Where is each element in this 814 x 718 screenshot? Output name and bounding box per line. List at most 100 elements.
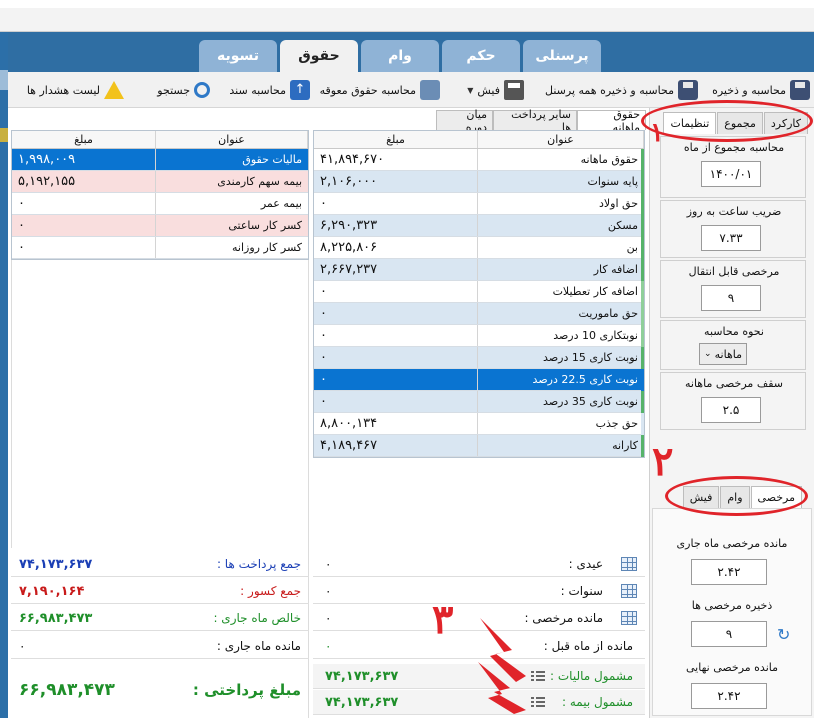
table-row[interactable]: ۰ نوبت کاری 15 درصد: [314, 347, 644, 369]
tab-loan[interactable]: وام: [361, 40, 439, 72]
total-deductions-value: ۷,۱۹۰,۱۶۴: [19, 583, 85, 599]
save-disk-icon: [790, 80, 810, 100]
cell-amount: ۰: [12, 193, 156, 214]
cell-amount: ۸,۲۲۵,۸۰۶: [314, 237, 478, 258]
cell-title: کسر کار ساعتی: [228, 219, 302, 232]
grid-table-icon[interactable]: [621, 557, 637, 571]
table-row[interactable]: ۰ نوبتکاری 10 درصد: [314, 325, 644, 347]
col-title-header[interactable]: عنوان: [156, 131, 308, 148]
row-accent: [641, 149, 644, 171]
transferable-leave-input[interactable]: ۹: [701, 285, 761, 311]
calc-save-label: محاسبه و ذخیره: [712, 83, 786, 97]
tab-mid-period[interactable]: میان دوره: [435, 108, 494, 134]
tab-personnel[interactable]: پرسنلی: [523, 40, 601, 72]
col-title-header[interactable]: عنوان: [478, 131, 644, 148]
cell-amount: ۰: [314, 303, 478, 324]
total-payments-row: ۷۴,۱۷۳,۶۳۷ جمع پرداخت ها :: [11, 552, 309, 577]
grid-table-icon[interactable]: [621, 584, 637, 598]
eidi-label: عیدی :: [568, 557, 603, 571]
prev-month-label: مانده از ماه قبل :: [543, 639, 633, 653]
sum-from-month-input[interactable]: ۱۴۰۰/۰۱: [701, 161, 761, 187]
table-row[interactable]: ۰ بیمه عمر: [12, 193, 308, 215]
table-row[interactable]: ۲,۱۰۶,۰۰۰ پایه سنوات: [314, 171, 644, 193]
tab-decree[interactable]: حکم: [442, 40, 520, 72]
payable-row: ۶۶,۹۸۳,۴۷۳ مبلغ پرداختی :: [11, 672, 309, 708]
row-accent: [641, 369, 644, 391]
table-row[interactable]: ۰ کسر کار ساعتی: [12, 215, 308, 237]
table-row[interactable]: ۰ کسر کار روزانه: [12, 237, 308, 259]
current-remaining-label: مانده مرخصی ماه جاری: [676, 537, 788, 550]
tab-settlement[interactable]: تسویه: [199, 40, 277, 72]
monthly-leave-cap-input[interactable]: ۲.۵: [701, 397, 761, 423]
calc-save-all-button[interactable]: محاسبه و ذخیره همه پرسنل: [545, 78, 698, 102]
table-row[interactable]: ۰ اضافه کار تعطیلات: [314, 281, 644, 303]
leave-remain-value: ۰: [325, 611, 332, 625]
calc-method-select[interactable]: ماهانه ⌄: [699, 343, 747, 365]
calc-method-label: نحوه محاسبه: [704, 325, 764, 338]
settings-panel: کارکرد مجموع تنظیمات محاسبه مجموع از ماه…: [649, 108, 814, 718]
calc-save-all-label: محاسبه و ذخیره همه پرسنل: [545, 83, 674, 97]
cell-amount: ۰: [314, 347, 478, 368]
table-row[interactable]: ۰ نوبت کاری 35 درصد: [314, 391, 644, 413]
col-amount-header[interactable]: مبلغ: [314, 131, 478, 148]
tab-monthly-salary[interactable]: حقوق ماهانه: [577, 108, 646, 134]
payslip-button[interactable]: فیش ▼: [467, 78, 524, 102]
refresh-icon[interactable]: ↻: [777, 625, 790, 644]
table-row[interactable]: ۵,۱۹۲,۱۵۵ بیمه سهم کارمندی: [12, 171, 308, 193]
cell-title: بیمه عمر: [260, 197, 302, 210]
sum-from-month-group: محاسبه مجموع از ماه ۱۴۰۰/۰۱: [660, 136, 806, 198]
table-row[interactable]: ۸,۲۲۵,۸۰۶ بن: [314, 237, 644, 259]
main-tab-bar: پرسنلی حکم وام حقوق تسویه: [8, 32, 814, 72]
tab-salary[interactable]: حقوق: [280, 40, 358, 72]
table-row[interactable]: ۱,۹۹۸,۰۰۹ مالیات حقوق: [12, 149, 308, 171]
remain-current-row: ۰ مانده ماه جاری :: [11, 634, 309, 659]
cell-title: مسکن: [607, 219, 638, 232]
cell-title: مالیات حقوق: [242, 153, 302, 166]
current-remaining-input[interactable]: ۲.۴۲: [691, 559, 767, 585]
cell-title: کسر کار روزانه: [232, 241, 302, 254]
table-row[interactable]: ۸,۸۰۰,۱۳۴ حق جذب: [314, 413, 644, 435]
table-row[interactable]: ۰ نوبت کاری 22.5 درصد: [314, 369, 644, 391]
saved-leave-input[interactable]: ۹: [691, 621, 767, 647]
search-button[interactable]: جستجو: [157, 78, 210, 102]
row-accent: [641, 303, 644, 325]
total-payments-label: جمع پرداخت ها :: [216, 557, 301, 571]
sanavat-value: ۰: [325, 584, 332, 598]
calc-save-button[interactable]: محاسبه و ذخیره: [712, 78, 810, 102]
calc-method-group: نحوه محاسبه ماهانه ⌄: [660, 320, 806, 370]
net-current-row: ۶۶,۹۸۳,۴۷۳ خالص ماه جاری :: [11, 606, 309, 631]
col-amount-header[interactable]: مبلغ: [12, 131, 156, 148]
annotation-ellipse-leave: [665, 476, 808, 516]
cell-amount: ۰: [314, 391, 478, 412]
transferable-leave-label: مرخصی قابل انتقال: [688, 265, 780, 278]
tab-label: وام: [388, 48, 412, 64]
cell-amount: ۲,۱۰۶,۰۰۰: [314, 171, 478, 192]
sanavat-label: سنوات :: [560, 584, 603, 598]
hour-coef-input[interactable]: ۷.۳۳: [701, 225, 761, 251]
sanavat-row: ۰ سنوات :: [313, 579, 645, 604]
annotation-arrow-2: [478, 662, 526, 714]
calc-deferred-button[interactable]: محاسبه حقوق معوقه: [320, 78, 440, 102]
dropdown-caret-icon[interactable]: ▼: [467, 86, 473, 95]
leave-panel: مانده مرخصی ماه جاری ۲.۴۲ ذخیره مرخصی ها…: [652, 508, 812, 716]
cell-title: نوبتکاری 10 درصد: [553, 329, 638, 342]
tab-other-payments[interactable]: سایر پرداخت ها: [493, 108, 578, 134]
table-row[interactable]: ۰ حق اولاد: [314, 193, 644, 215]
table-row[interactable]: ۴۱,۸۹۴,۶۷۰ حقوق ماهانه: [314, 149, 644, 171]
table-row[interactable]: ۰ حق ماموریت: [314, 303, 644, 325]
row-accent: [641, 391, 644, 413]
table-row[interactable]: ۴,۱۸۹,۴۶۷ کارانه: [314, 435, 644, 457]
total-payments-value: ۷۴,۱۷۳,۶۳۷: [19, 556, 93, 572]
transferable-leave-group: مرخصی قابل انتقال ۹: [660, 260, 806, 318]
income-table: مبلغ عنوان ۴۱,۸۹۴,۶۷۰ حقوق ماهانه ۲,۱۰۶,۰۰…: [313, 130, 645, 458]
table-row[interactable]: ۲,۶۶۷,۲۳۷ اضافه کار: [314, 259, 644, 281]
warnings-list-button[interactable]: لیست هشدار ها: [27, 78, 124, 102]
income-tab-strip: حقوق ماهانه سایر پرداخت ها میان دوره: [435, 108, 646, 134]
calc-voucher-button[interactable]: ↑ محاسبه سند: [229, 78, 310, 102]
final-remaining-input[interactable]: ۲.۴۲: [691, 683, 767, 709]
warning-icon: [104, 81, 124, 99]
grid-table-icon[interactable]: [621, 611, 637, 625]
cell-amount: ۸,۸۰۰,۱۳۴: [314, 413, 478, 434]
tax-base-label: مشمول مالیات :: [550, 669, 633, 683]
table-row[interactable]: ۶,۲۹۰,۳۲۳ مسکن: [314, 215, 644, 237]
